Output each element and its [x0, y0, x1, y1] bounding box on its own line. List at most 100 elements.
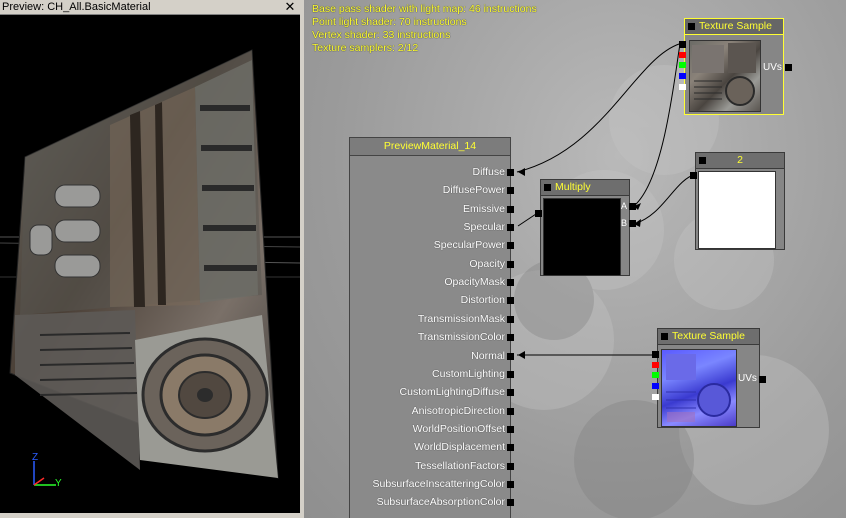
material-input-distortion[interactable]: Distortion: [344, 291, 514, 309]
green-output-pin[interactable]: [652, 372, 659, 378]
multiply-input-b[interactable]: [629, 220, 636, 227]
blue-output-pin[interactable]: [679, 73, 686, 79]
material-input-label: TransmissionColor: [417, 331, 505, 344]
material-input-pin[interactable]: [507, 279, 514, 287]
collapse-icon[interactable]: [544, 184, 551, 191]
material-input-transmissionmask[interactable]: TransmissionMask: [344, 310, 514, 328]
material-input-subsurfaceabsorptioncolor[interactable]: SubsurfaceAbsorptionColor: [344, 493, 514, 511]
material-input-label: Normal: [471, 349, 505, 362]
blue-output-pin[interactable]: [652, 383, 659, 389]
material-input-transmissioncolor[interactable]: TransmissionColor: [344, 328, 514, 346]
preview-mesh: [0, 49, 300, 479]
material-input-specular[interactable]: Specular: [344, 218, 514, 236]
multiply-input-a[interactable]: [629, 203, 636, 210]
constant-output-pin[interactable]: [690, 172, 697, 179]
texture-sample-node-2[interactable]: Texture Sample UVs: [652, 328, 766, 428]
material-input-label: TransmissionMask: [417, 312, 505, 325]
constant-preview: [698, 171, 776, 249]
material-input-pin[interactable]: [507, 462, 514, 470]
close-icon[interactable]: ✕: [284, 0, 296, 14]
uvs-label-2: UVs: [738, 373, 757, 384]
material-input-label: WorldPositionOffset: [412, 422, 505, 435]
multiply-title: Multiply: [541, 180, 629, 196]
pin-a-label: A: [621, 201, 628, 211]
uvs-label-1: UVs: [763, 62, 782, 73]
collapse-icon[interactable]: [699, 157, 706, 164]
material-input-label: TessellationFactors: [415, 459, 505, 472]
material-input-worldpositionoffset[interactable]: WorldPositionOffset: [344, 420, 514, 438]
preview-statusbar: [0, 513, 300, 518]
stat-basepass: Base pass shader with light map: 46 inst…: [312, 3, 537, 15]
preview-viewport[interactable]: Z Y: [0, 15, 300, 518]
material-input-pin[interactable]: [507, 407, 514, 415]
material-input-label: SubsurfaceAbsorptionColor: [376, 496, 505, 509]
rgb-output-pin[interactable]: [652, 351, 659, 358]
material-input-pin[interactable]: [507, 260, 514, 268]
green-output-pin[interactable]: [679, 62, 686, 68]
texture-sample-1-title: Texture Sample: [685, 19, 783, 35]
texture-sample-node-1[interactable]: Texture Sample UVs: [679, 18, 792, 115]
material-input-label: DiffusePower: [442, 184, 505, 197]
texture-thumbnail-diffuse: [689, 40, 761, 112]
material-input-pin[interactable]: [507, 205, 514, 213]
material-input-customlighting[interactable]: CustomLighting: [344, 365, 514, 383]
collapse-icon[interactable]: [688, 23, 695, 30]
stat-pointlight: Point light shader: 70 instructions: [312, 16, 467, 28]
material-input-emissive[interactable]: Emissive: [344, 200, 514, 218]
material-input-label: Diffuse: [472, 166, 506, 178]
material-input-pin[interactable]: [507, 187, 514, 195]
constant-title: 2: [696, 153, 784, 169]
material-input-opacity[interactable]: Opacity: [344, 255, 514, 273]
material-input-pin[interactable]: [507, 444, 514, 452]
material-input-diffuse[interactable]: Diffuse: [344, 163, 514, 181]
material-input-tessellationfactors[interactable]: TessellationFactors: [344, 457, 514, 475]
material-input-label: CustomLighting: [432, 367, 505, 380]
material-input-pin[interactable]: [507, 224, 514, 232]
axis-z-label: Z: [32, 452, 39, 463]
material-input-pin[interactable]: [507, 334, 514, 342]
material-input-pin[interactable]: [507, 389, 514, 397]
multiply-output-pin[interactable]: [535, 210, 542, 217]
stat-vertex: Vertex shader: 33 instructions: [312, 29, 451, 41]
material-input-normal[interactable]: Normal: [344, 347, 514, 365]
material-input-opacitymask[interactable]: OpacityMask: [344, 273, 514, 291]
material-input-pin[interactable]: [507, 315, 514, 323]
axis-y-label: Y: [55, 478, 62, 489]
uvs-input-pin-2[interactable]: [759, 376, 766, 383]
material-input-pin[interactable]: [507, 352, 514, 360]
material-input-pin[interactable]: [507, 425, 514, 433]
rgb-output-pin[interactable]: [679, 41, 686, 48]
texture-sample-2-title: Texture Sample: [658, 329, 759, 345]
material-input-customlightingdiffuse[interactable]: CustomLightingDiffuse: [344, 383, 514, 401]
material-input-pin[interactable]: [507, 499, 514, 507]
material-input-label: Specular: [463, 221, 505, 234]
collapse-icon[interactable]: [661, 333, 668, 340]
uvs-input-pin-1[interactable]: [785, 64, 792, 71]
material-input-pin[interactable]: [507, 297, 514, 305]
material-input-pin[interactable]: [507, 480, 514, 488]
material-input-label: SpecularPower: [433, 239, 505, 252]
material-input-anisotropicdirection[interactable]: AnisotropicDirection: [344, 402, 514, 420]
constant-node[interactable]: 2: [690, 152, 785, 250]
pin-b-label: B: [621, 218, 628, 228]
preview-panel: Preview: CH_All.BasicMaterial ✕ Z Y: [0, 0, 300, 518]
material-input-subsurfaceinscatteringcolor[interactable]: SubsurfaceInscatteringColor: [344, 475, 514, 493]
preview-title: Preview: CH_All.BasicMaterial: [2, 1, 151, 13]
alpha-output-pin[interactable]: [679, 84, 686, 90]
material-input-pin[interactable]: [507, 242, 514, 250]
material-input-pin[interactable]: [507, 370, 514, 378]
material-graph-canvas[interactable]: Base pass shader with light map: 46 inst…: [304, 0, 846, 518]
material-input-pin[interactable]: [507, 169, 514, 176]
material-node[interactable]: PreviewMaterial_14 Diffuse DiffusePower Em…: [349, 137, 514, 518]
multiply-node[interactable]: Multiply A B: [535, 179, 636, 276]
material-input-worlddisplacement[interactable]: WorldDisplacement: [344, 438, 514, 456]
material-node-title: PreviewMaterial_14: [350, 138, 510, 156]
material-input-specularpower[interactable]: SpecularPower: [344, 236, 514, 254]
material-input-label: Emissive: [462, 202, 505, 215]
material-input-label: OpacityMask: [444, 276, 505, 289]
red-output-pin[interactable]: [652, 362, 659, 368]
material-input-label: AnisotropicDirection: [411, 404, 505, 417]
material-input-diffusepower[interactable]: DiffusePower: [344, 181, 514, 199]
alpha-output-pin[interactable]: [652, 394, 659, 400]
red-output-pin[interactable]: [679, 52, 686, 58]
